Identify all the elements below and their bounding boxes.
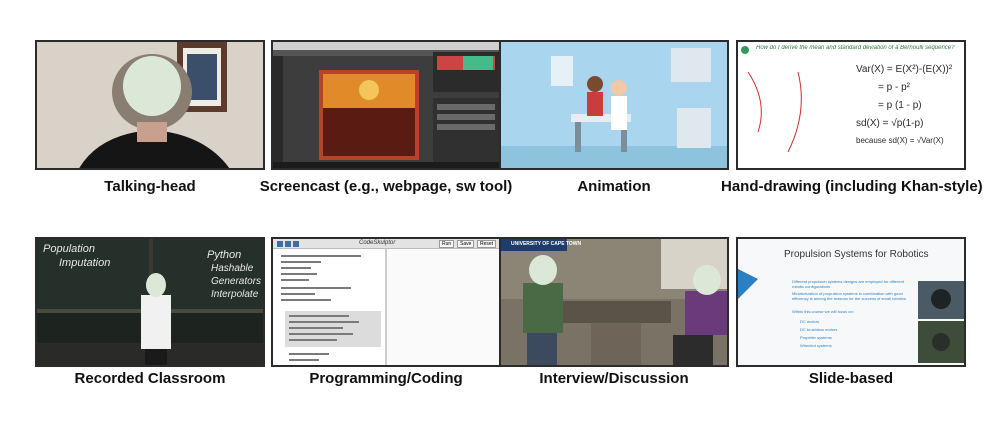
recorded-classroom-thumbnail: Population Imputation Python Hashable Ge… <box>35 237 265 367</box>
face-mask <box>123 56 181 116</box>
animation-scene <box>501 42 727 168</box>
toolbar-icon <box>285 241 291 247</box>
face-mask <box>529 255 557 285</box>
slide-subbullet-2: DC brushless motors <box>800 327 838 332</box>
face-mask <box>693 265 721 295</box>
slide-bullet-1: Different propulsion systems designs are… <box>792 279 904 289</box>
hand-drawing-scene <box>738 42 964 168</box>
animation-thumbnail <box>499 40 729 170</box>
board-text-hashable: Hashable <box>211 263 254 274</box>
hand-drawn-question: How do I derive the mean and standard de… <box>756 45 955 51</box>
equation-line-4: sd(X) = √p(1-p) <box>856 118 924 129</box>
reset-button[interactable]: Reset <box>477 240 497 248</box>
caption-screencast: Screencast (e.g., webpage, sw tool) <box>259 178 513 195</box>
board-text-generators: Generators <box>211 276 262 287</box>
toolbar-icon <box>293 241 299 247</box>
caption-recorded-classroom: Recorded Classroom <box>74 370 226 387</box>
slide-subbullet-4: Wheeled systems <box>800 343 832 348</box>
slide-bullet-2: Miniaturization of propulsion systems in… <box>792 291 906 301</box>
slide-bullet-3: Within this course we will focus on: <box>792 309 854 314</box>
code-editor <box>273 249 499 365</box>
toolbar-icon <box>277 241 283 247</box>
university-banner: UNIVERSITY OF CAPE TOWN <box>511 241 582 247</box>
slide-thumbnail: Propulsion Systems for Robotics Differen… <box>736 237 966 367</box>
board-text-population: Population <box>43 243 95 255</box>
screencast-thumbnail <box>271 40 501 170</box>
slide-title: Propulsion Systems for Robotics <box>784 249 929 260</box>
caption-slide-based: Slide-based <box>808 370 894 387</box>
editor-title: CodeSkulptor <box>359 240 396 246</box>
slide-subbullet-3: Propeller systems <box>800 335 832 340</box>
caption-programming: Programming/Coding <box>309 370 463 387</box>
save-button[interactable]: Save <box>457 240 475 248</box>
talking-head-thumbnail <box>35 40 265 170</box>
run-button[interactable]: Run <box>439 240 455 248</box>
editor-toolbar: CodeSkulptor Run Save Reset <box>273 239 499 249</box>
screencast-scene <box>273 42 499 168</box>
board-text-interpolate: Interpolate <box>211 289 259 300</box>
equation-line-5: because sd(X) = √Var(X) <box>856 136 944 145</box>
equation-line-3: = p (1 - p) <box>878 100 922 111</box>
slide-subbullet-1: DC motors <box>800 319 820 324</box>
board-text-imputation: Imputation <box>59 257 111 269</box>
hand-drawing-thumbnail: How do I derive the mean and standard de… <box>736 40 966 170</box>
programming-thumbnail: CodeSkulptor Run Save Reset <box>271 237 501 367</box>
equation-line-2: = p - p² <box>878 82 910 93</box>
interview-thumbnail: UNIVERSITY OF CAPE TOWN <box>499 237 729 367</box>
caption-interview: Interview/Discussion <box>539 370 689 387</box>
board-text-python: Python <box>207 249 242 261</box>
caption-talking-head: Talking-head <box>104 178 196 195</box>
caption-animation: Animation <box>577 178 651 195</box>
caption-hand-drawing: Hand-drawing (including Khan-style) <box>721 178 983 195</box>
face-mask <box>146 273 166 297</box>
equation-line-1: Var(X) = E(X²)-(E(X))² <box>856 64 953 75</box>
